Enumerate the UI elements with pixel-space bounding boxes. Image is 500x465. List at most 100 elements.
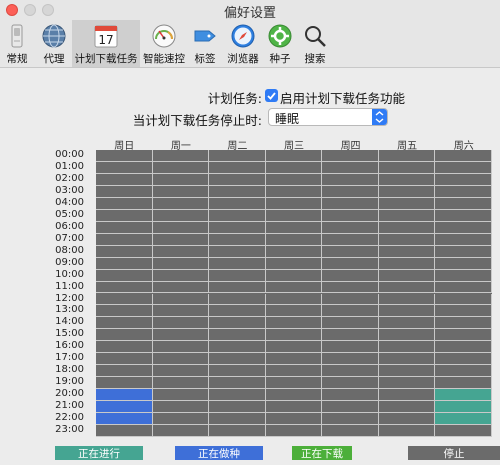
schedule-cell[interactable] bbox=[209, 245, 266, 258]
schedule-cell[interactable] bbox=[322, 293, 379, 306]
schedule-cell[interactable] bbox=[265, 293, 323, 306]
schedule-cell[interactable] bbox=[209, 389, 266, 402]
schedule-cell[interactable] bbox=[96, 281, 153, 294]
schedule-cell[interactable] bbox=[435, 317, 492, 330]
schedule-cell[interactable] bbox=[378, 305, 436, 318]
schedule-cell[interactable] bbox=[265, 389, 323, 402]
hour-label[interactable]: 23:00 bbox=[44, 424, 84, 435]
schedule-cell[interactable] bbox=[152, 209, 210, 222]
schedule-cell[interactable] bbox=[209, 425, 266, 437]
schedule-cell[interactable] bbox=[209, 341, 266, 354]
schedule-cell[interactable] bbox=[96, 269, 153, 282]
hour-label[interactable]: 04:00 bbox=[44, 197, 84, 208]
schedule-cell[interactable] bbox=[322, 365, 379, 378]
schedule-cell[interactable] bbox=[265, 233, 323, 246]
schedule-cell[interactable] bbox=[265, 305, 323, 318]
schedule-cell[interactable] bbox=[96, 413, 153, 426]
schedule-cell[interactable] bbox=[209, 377, 266, 390]
schedule-cell[interactable] bbox=[152, 389, 210, 402]
day-header[interactable]: 周日 bbox=[96, 137, 153, 152]
schedule-cell[interactable] bbox=[378, 150, 436, 162]
schedule-cell[interactable] bbox=[152, 377, 210, 390]
schedule-cell[interactable] bbox=[435, 305, 492, 318]
schedule-cell[interactable] bbox=[378, 173, 436, 186]
schedule-cell[interactable] bbox=[152, 413, 210, 426]
hour-label[interactable]: 19:00 bbox=[44, 376, 84, 387]
schedule-cell[interactable] bbox=[265, 413, 323, 426]
schedule-cell[interactable] bbox=[378, 185, 436, 198]
schedule-cell[interactable] bbox=[96, 161, 153, 174]
schedule-cell[interactable] bbox=[435, 413, 492, 426]
schedule-cell[interactable] bbox=[322, 305, 379, 318]
day-header[interactable]: 周一 bbox=[153, 137, 210, 152]
schedule-cell[interactable] bbox=[322, 329, 379, 342]
schedule-cell[interactable] bbox=[322, 353, 379, 366]
schedule-cell[interactable] bbox=[378, 317, 436, 330]
schedule-cell[interactable] bbox=[265, 425, 323, 437]
schedule-cell[interactable] bbox=[209, 305, 266, 318]
schedule-cell[interactable] bbox=[265, 401, 323, 414]
schedule-cell[interactable] bbox=[265, 257, 323, 270]
schedule-cell[interactable] bbox=[435, 401, 492, 414]
schedule-cell[interactable] bbox=[209, 365, 266, 378]
day-header[interactable]: 周六 bbox=[435, 137, 492, 152]
schedule-cell[interactable] bbox=[152, 317, 210, 330]
schedule-cell[interactable] bbox=[435, 173, 492, 186]
schedule-cell[interactable] bbox=[209, 150, 266, 162]
hour-label[interactable]: 05:00 bbox=[44, 209, 84, 220]
schedule-cell[interactable] bbox=[96, 365, 153, 378]
schedule-cell[interactable] bbox=[265, 281, 323, 294]
schedule-cell[interactable] bbox=[378, 425, 436, 437]
schedule-cell[interactable] bbox=[152, 221, 210, 234]
day-header[interactable]: 周四 bbox=[322, 137, 379, 152]
hour-label[interactable]: 18:00 bbox=[44, 364, 84, 375]
schedule-cell[interactable] bbox=[96, 329, 153, 342]
schedule-cell[interactable] bbox=[96, 245, 153, 258]
schedule-cell[interactable] bbox=[322, 221, 379, 234]
schedule-cell[interactable] bbox=[378, 341, 436, 354]
schedule-cell[interactable] bbox=[209, 401, 266, 414]
schedule-cell[interactable] bbox=[378, 353, 436, 366]
hour-label[interactable]: 21:00 bbox=[44, 400, 84, 411]
schedule-cell[interactable] bbox=[96, 389, 153, 402]
schedule-cell[interactable] bbox=[96, 185, 153, 198]
schedule-cell[interactable] bbox=[378, 209, 436, 222]
schedule-cell[interactable] bbox=[209, 161, 266, 174]
schedule-cell[interactable] bbox=[322, 281, 379, 294]
schedule-cell[interactable] bbox=[96, 173, 153, 186]
schedule-cell[interactable] bbox=[265, 209, 323, 222]
schedule-cell[interactable] bbox=[96, 317, 153, 330]
schedule-cell[interactable] bbox=[322, 341, 379, 354]
schedule-cell[interactable] bbox=[209, 173, 266, 186]
schedule-cell[interactable] bbox=[435, 329, 492, 342]
tab-labels[interactable]: 标签 bbox=[188, 20, 222, 67]
schedule-cell[interactable] bbox=[265, 341, 323, 354]
schedule-cell[interactable] bbox=[378, 161, 436, 174]
schedule-cell[interactable] bbox=[265, 365, 323, 378]
tab-search[interactable]: 搜索 bbox=[298, 20, 332, 67]
schedule-cell[interactable] bbox=[378, 365, 436, 378]
schedule-cell[interactable] bbox=[435, 209, 492, 222]
schedule-cell[interactable] bbox=[378, 257, 436, 270]
schedule-cell[interactable] bbox=[152, 185, 210, 198]
schedule-cell[interactable] bbox=[435, 425, 492, 437]
schedule-cell[interactable] bbox=[378, 233, 436, 246]
schedule-cell[interactable] bbox=[96, 150, 153, 162]
schedule-cell[interactable] bbox=[322, 209, 379, 222]
schedule-cell[interactable] bbox=[209, 197, 266, 210]
schedule-cell[interactable] bbox=[96, 293, 153, 306]
schedule-cell[interactable] bbox=[265, 173, 323, 186]
hour-label[interactable]: 13:00 bbox=[44, 304, 84, 315]
hour-label[interactable]: 02:00 bbox=[44, 173, 84, 184]
schedule-cell[interactable] bbox=[152, 245, 210, 258]
schedule-cell[interactable] bbox=[435, 353, 492, 366]
schedule-cell[interactable] bbox=[435, 257, 492, 270]
schedule-cell[interactable] bbox=[152, 257, 210, 270]
schedule-cell[interactable] bbox=[435, 185, 492, 198]
tab-proxy[interactable]: 代理 bbox=[38, 20, 70, 67]
schedule-cell[interactable] bbox=[152, 353, 210, 366]
schedule-cell[interactable] bbox=[152, 161, 210, 174]
enable-schedule-checkbox[interactable] bbox=[265, 89, 278, 102]
schedule-cell[interactable] bbox=[322, 317, 379, 330]
schedule-cell[interactable] bbox=[435, 341, 492, 354]
